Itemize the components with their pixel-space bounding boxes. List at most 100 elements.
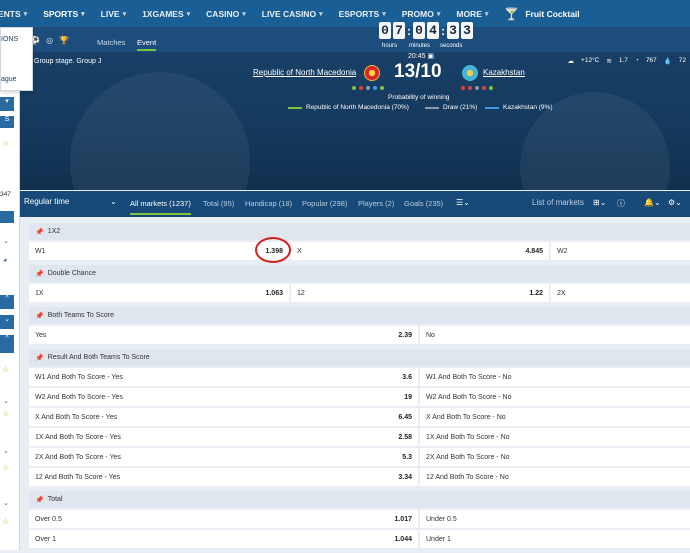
- bell-icon[interactable]: 🔔⌄: [644, 198, 661, 207]
- odds-cell[interactable]: 12 1.22: [291, 284, 551, 302]
- market-header[interactable]: 📌 Double Chance: [29, 265, 690, 282]
- odds-cell[interactable]: W2 And Both To Score - No: [420, 388, 690, 406]
- seconds-label: seconds: [440, 43, 463, 49]
- nav-item-1xgames[interactable]: 1XGAMES ▾: [142, 9, 190, 19]
- sidebar-block[interactable]: ^: [0, 295, 14, 309]
- chevron-down-icon: ▾: [81, 10, 85, 18]
- pin-icon[interactable]: 📌: [35, 312, 44, 320]
- nav-item-live-casino[interactable]: LIVE CASINO ▾: [262, 9, 323, 19]
- weather-info: ☁ +12°C ≋ 1.7 ◔ 767 💧 72: [567, 57, 686, 65]
- gear-icon[interactable]: ⚙⌄: [668, 198, 682, 207]
- market-header[interactable]: 📌 Both Teams To Score: [29, 307, 690, 324]
- odds-cell[interactable]: X And Both To Score - No: [420, 408, 690, 426]
- sidebar-block[interactable]: ⌄: [0, 315, 14, 329]
- timer-digit: 0: [413, 22, 425, 39]
- chevron-down-icon[interactable]: ⌄: [3, 237, 9, 245]
- team-home-link[interactable]: Republic of North Macedonia: [253, 68, 356, 77]
- star-icon[interactable]: ☆: [2, 517, 9, 526]
- markets-list: 📌 1X2 W1 1.398 X 4.845 W2 📌 Double Chance 1X…: [29, 223, 690, 553]
- odds-cell[interactable]: W2 And Both To Score - Yes 19: [29, 388, 420, 406]
- chevron-down-icon[interactable]: ⌄: [3, 397, 9, 405]
- market-header[interactable]: 📌 Total: [29, 491, 690, 508]
- nav-item-more[interactable]: MORE ▾: [456, 9, 488, 19]
- tab-goals[interactable]: Goals (235): [404, 199, 443, 208]
- odds-cell[interactable]: Under 1: [420, 530, 690, 548]
- odds-cell[interactable]: Over 0.5 1.017: [29, 510, 420, 528]
- left-dropdown-menu: IONS ague: [0, 27, 33, 91]
- pin-icon[interactable]: 📌: [35, 496, 44, 504]
- chevron-down-icon[interactable]: ⌄: [3, 447, 9, 455]
- dropdown-item[interactable]: IONS: [1, 36, 18, 43]
- odds-cell[interactable]: Over 1 1.044: [29, 530, 420, 548]
- more-menu-icon[interactable]: ☰⌄: [456, 198, 470, 207]
- odds-cell[interactable]: 2X And Both To Score - Yes 5.3: [29, 448, 420, 466]
- nav-item-events[interactable]: ENTS ▾: [0, 9, 27, 19]
- odds-cell[interactable]: 1X 1.063: [29, 284, 291, 302]
- odds-cell[interactable]: 1X And Both To Score - No: [420, 428, 690, 446]
- chevron-down-icon[interactable]: ⌄: [3, 499, 9, 507]
- calendar-icon[interactable]: ▣: [427, 53, 434, 60]
- market-header[interactable]: 📌 1X2: [29, 223, 690, 240]
- odds-cell[interactable]: 12 And Both To Score - Yes 3.34: [29, 468, 420, 486]
- nav-item-sports[interactable]: SPORTS ▾: [43, 9, 84, 19]
- nav-item-casino[interactable]: CASINO ▾: [206, 9, 246, 19]
- list-of-markets-button[interactable]: List of markets: [532, 198, 584, 207]
- sport-icons[interactable]: ⚽ ◎ 🏆: [30, 36, 71, 45]
- globe-icon[interactable]: ◕: [3, 257, 7, 264]
- odds-cell[interactable]: W2: [551, 242, 690, 260]
- odds-cell[interactable]: X And Both To Score - Yes 6.45: [29, 408, 420, 426]
- market-row: 1X And Both To Score - Yes 2.58 1X And Bo…: [29, 426, 690, 446]
- sidebar-block[interactable]: [0, 211, 14, 223]
- pin-icon[interactable]: 📌: [35, 354, 44, 362]
- tab-event[interactable]: Event: [137, 38, 157, 51]
- tab-total[interactable]: Total (95): [203, 199, 234, 208]
- prob-home: Republic of North Macedonia (70%): [288, 104, 409, 111]
- timer-digit: 4: [427, 22, 439, 39]
- tab-matches[interactable]: Matches: [97, 38, 125, 47]
- star-icon[interactable]: ☆: [2, 365, 9, 374]
- market-1x2: 📌 1X2 W1 1.398 X 4.845 W2: [29, 223, 690, 260]
- pin-icon[interactable]: 📌: [35, 270, 44, 278]
- grid-view-icon[interactable]: ⊞⌄: [593, 198, 606, 207]
- regular-time-select[interactable]: Regular time: [24, 197, 69, 206]
- fruit-cocktail-link[interactable]: 🍸 Fruit Cocktail: [504, 7, 579, 21]
- odds-cell[interactable]: Yes 2.39: [29, 326, 420, 344]
- pin-icon[interactable]: 📌: [35, 228, 44, 236]
- sidebar-block[interactable]: S: [0, 116, 14, 128]
- kazakhstan-flag-icon: [462, 65, 478, 81]
- tab-all-markets[interactable]: All markets (1237): [130, 199, 191, 215]
- nav-item-esports[interactable]: ESPORTS ▾: [339, 9, 386, 19]
- team-away-link[interactable]: Kazakhstan: [483, 68, 525, 77]
- dropdown-item[interactable]: ague: [1, 76, 17, 83]
- sidebar-block[interactable]: ▾: [0, 97, 14, 111]
- star-icon[interactable]: ☆: [2, 463, 9, 472]
- chevron-down-icon[interactable]: ⌄: [110, 197, 117, 206]
- odds-cell[interactable]: W1 And Both To Score - Yes 3.6: [29, 368, 420, 386]
- nav-item-promo[interactable]: PROMO ▾: [402, 9, 441, 19]
- market-header[interactable]: 📌 Result And Both Teams To Score: [29, 349, 690, 366]
- odds-cell[interactable]: No: [420, 326, 690, 344]
- market-row: 12 And Both To Score - Yes 3.34 12 And Bo…: [29, 466, 690, 486]
- odds-cell[interactable]: X 4.845: [291, 242, 551, 260]
- market-row: Over 1 1.044 Under 1: [29, 528, 690, 548]
- odds-cell[interactable]: Under 0.5: [420, 510, 690, 528]
- odds-cell[interactable]: 1X And Both To Score - Yes 2.58: [29, 428, 420, 446]
- market-row: 2X And Both To Score - Yes 5.3 2X And Bot…: [29, 446, 690, 466]
- tab-popular[interactable]: Popular (298): [302, 199, 347, 208]
- hours-label: hours: [382, 43, 398, 49]
- tab-players[interactable]: Players (2): [358, 199, 394, 208]
- tab-handicap[interactable]: Handicap (18): [245, 199, 292, 208]
- background-shape: [70, 72, 250, 190]
- star-icon[interactable]: ☆: [2, 139, 9, 148]
- nav-item-live[interactable]: LIVE ▾: [101, 9, 126, 19]
- prob-draw: Draw (21%): [425, 104, 477, 111]
- odds-cell[interactable]: W1 1.398: [29, 242, 291, 260]
- odds-cell[interactable]: 12 And Both To Score - No: [420, 468, 690, 486]
- info-icon[interactable]: ⓘ: [617, 198, 625, 209]
- odds-cell[interactable]: W1 And Both To Score - No: [420, 368, 690, 386]
- odds-cell[interactable]: 2X And Both To Score - No: [420, 448, 690, 466]
- star-icon[interactable]: ☆: [2, 409, 9, 418]
- sidebar-block[interactable]: ^: [0, 335, 14, 353]
- minutes-label: minutes: [409, 43, 431, 49]
- odds-cell[interactable]: 2X: [551, 284, 690, 302]
